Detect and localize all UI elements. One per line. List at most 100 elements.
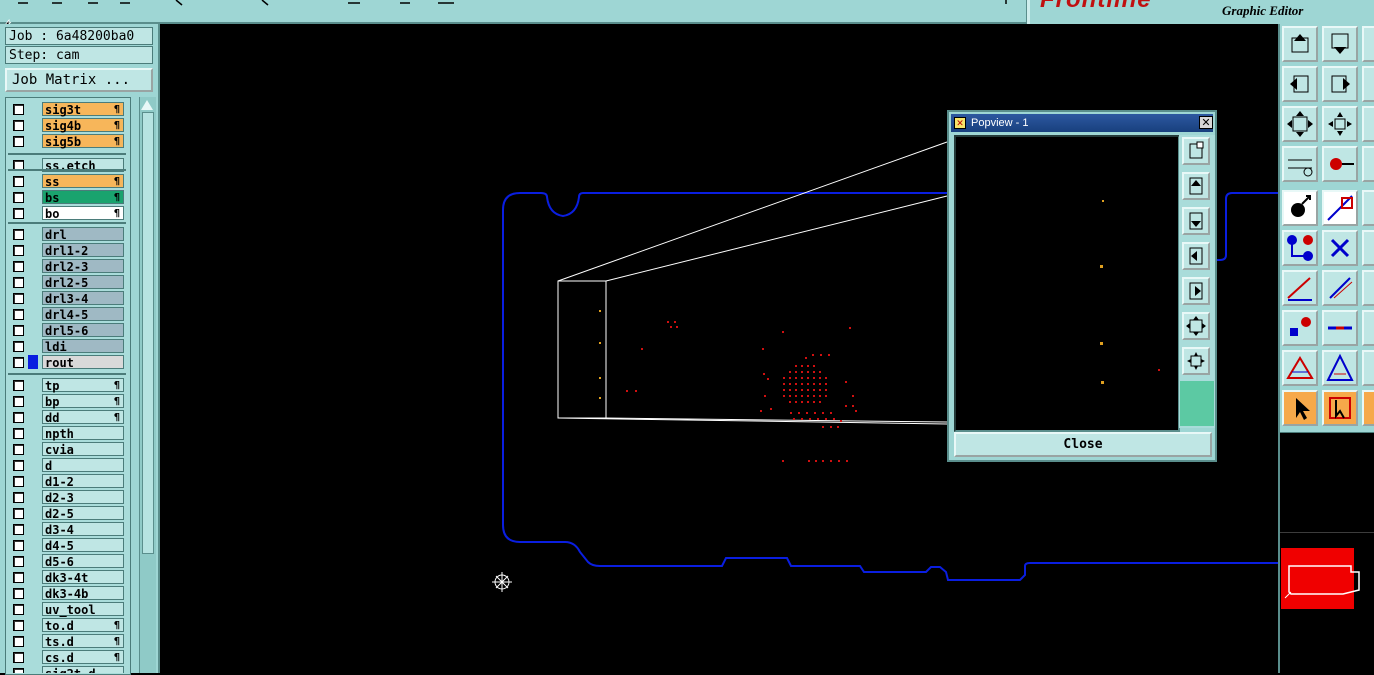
partial-icon[interactable]	[1362, 26, 1374, 62]
drill-hit	[830, 412, 832, 414]
popview-screen[interactable]	[954, 135, 1180, 432]
snap-icon[interactable]	[1322, 146, 1358, 182]
drill-hit	[813, 377, 815, 379]
mini-map-area	[1280, 432, 1374, 533]
drill-hit	[789, 395, 791, 397]
add-line-icon[interactable]	[1282, 270, 1318, 306]
drill-hit	[789, 389, 791, 391]
drill-hit	[852, 405, 854, 407]
drill-hit	[813, 395, 815, 397]
popview-titlebar[interactable]: ✕ Popview - 1 ✕	[951, 114, 1213, 132]
cut-line-icon[interactable]	[1322, 310, 1358, 346]
net-icon[interactable]	[1282, 230, 1318, 266]
partial-icon-7[interactable]	[1362, 270, 1374, 306]
popview-pan-left-icon[interactable]	[1182, 242, 1210, 270]
drill-hit	[783, 389, 785, 391]
drill-hit	[795, 377, 797, 379]
zoom-fit-icon[interactable]	[1282, 106, 1318, 142]
partial-icon-2[interactable]	[1362, 66, 1374, 102]
drill-hit	[845, 381, 847, 383]
partial-icon-3[interactable]	[1362, 106, 1374, 142]
partial-icon-4[interactable]	[1362, 146, 1374, 182]
move-right-icon[interactable]	[1322, 66, 1358, 102]
popview-graphics	[1100, 200, 1160, 384]
drill-hit	[770, 408, 772, 410]
popview-pan-down-icon[interactable]	[1182, 207, 1210, 235]
drill-hit	[813, 383, 815, 385]
drill-hit	[806, 412, 808, 414]
partial-icon-8[interactable]	[1362, 310, 1374, 346]
drill-hit	[819, 389, 821, 391]
drill-hit	[635, 390, 637, 392]
add-pad-icon[interactable]	[1282, 310, 1318, 346]
mini-map-view-box[interactable]	[1281, 548, 1360, 609]
delete-icon[interactable]	[1322, 230, 1358, 266]
drill-hit	[801, 383, 803, 385]
select-pad-icon[interactable]	[1282, 190, 1318, 226]
drill-hit	[795, 401, 797, 403]
measure-icon[interactable]	[1282, 146, 1318, 182]
drill-hit	[782, 331, 784, 333]
drill-hit	[795, 365, 797, 367]
drill-hit	[822, 460, 824, 462]
edit-line-icon[interactable]	[1322, 270, 1358, 306]
zoom-frame	[557, 141, 948, 425]
popview-window: ✕ Popview - 1 ✕ Close	[947, 110, 1217, 462]
partial-icon-5[interactable]	[1362, 190, 1374, 226]
select-box-icon[interactable]	[1322, 390, 1358, 426]
edit-surface-icon[interactable]	[1322, 350, 1358, 386]
drill-hit	[801, 389, 803, 391]
drill-hit	[840, 420, 842, 422]
drill-hit	[801, 395, 803, 397]
popview-pan-up-icon[interactable]	[1182, 172, 1210, 200]
drill-hit	[790, 412, 792, 414]
drill-hit	[813, 389, 815, 391]
drill-hit	[807, 383, 809, 385]
popview-zoom-fit-icon[interactable]	[1182, 312, 1210, 340]
partial-icon-9[interactable]	[1362, 350, 1374, 386]
drill-hit	[813, 365, 815, 367]
popview-zoom-window-icon[interactable]	[1182, 137, 1210, 165]
partial-icon-6[interactable]	[1362, 230, 1374, 266]
drill-hit	[822, 426, 824, 428]
drill-hit	[795, 383, 797, 385]
move-left-icon[interactable]	[1282, 66, 1318, 102]
drill-hit	[801, 365, 803, 367]
zoom-center-icon[interactable]	[1322, 106, 1358, 142]
drill-hit	[837, 426, 839, 428]
drill-hit	[789, 401, 791, 403]
drill-hit	[801, 418, 803, 420]
drill-hit	[670, 326, 672, 328]
drill-hit	[819, 377, 821, 379]
drill-hit	[801, 371, 803, 373]
drill-hit	[763, 373, 765, 375]
drill-hit	[808, 460, 810, 462]
drill-hit	[825, 383, 827, 385]
popview-zoom-center-icon[interactable]	[1182, 347, 1210, 375]
select-line-icon[interactable]	[1322, 190, 1358, 226]
drill-hit	[849, 327, 851, 329]
drill-hit	[767, 378, 769, 380]
popview-close-button[interactable]: Close	[954, 432, 1212, 457]
drill-hit	[795, 389, 797, 391]
add-surface-icon[interactable]	[1282, 350, 1318, 386]
origin-marker-icon	[492, 572, 512, 592]
drill-hit	[813, 371, 815, 373]
move-to-top-icon[interactable]	[1282, 26, 1318, 62]
drill-hit	[674, 321, 676, 323]
window-menu-icon[interactable]: ✕	[954, 117, 966, 129]
popview-pan-right-icon[interactable]	[1182, 277, 1210, 305]
drill-hit	[789, 377, 791, 379]
pointer-icon[interactable]	[1282, 390, 1318, 426]
drill-hit	[830, 460, 832, 462]
drill-hit	[807, 389, 809, 391]
drill-hit	[807, 377, 809, 379]
popview-title: Popview - 1	[971, 117, 1029, 129]
move-to-bottom-icon[interactable]	[1322, 26, 1358, 62]
drill-hit	[809, 418, 811, 420]
drill-hit	[855, 410, 857, 412]
close-icon[interactable]: ✕	[1199, 116, 1213, 129]
partial-icon-10[interactable]	[1362, 390, 1374, 426]
drill-hit	[667, 321, 669, 323]
drill-hit	[817, 418, 819, 420]
